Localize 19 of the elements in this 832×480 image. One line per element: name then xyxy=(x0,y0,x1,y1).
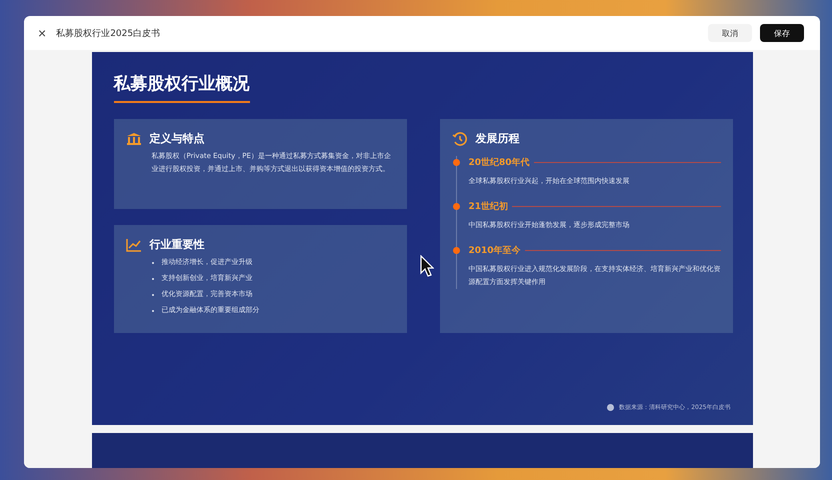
cancel-button[interactable]: 取消 xyxy=(708,24,752,42)
card-title: 发展历程 xyxy=(476,131,520,146)
bank-icon xyxy=(126,132,142,146)
timeline-period: 2010年至今 xyxy=(468,244,521,257)
close-button[interactable]: × xyxy=(36,25,48,41)
timeline-dot xyxy=(452,159,460,166)
slide-title: 私募股权行业概况 xyxy=(114,72,250,103)
info-icon xyxy=(607,404,614,411)
line-chart-icon xyxy=(126,238,142,252)
pointer-icon xyxy=(420,255,434,277)
timeline-dot xyxy=(452,203,460,210)
save-button[interactable]: 保存 xyxy=(760,24,804,42)
card-title: 行业重要性 xyxy=(150,237,204,252)
window-title: 私募股权行业2025白皮书 xyxy=(56,28,162,40)
timeline-period: 20世纪80年代 xyxy=(468,156,530,169)
timeline-dot xyxy=(452,247,460,254)
timeline-period: 21世纪初 xyxy=(468,200,508,213)
history-icon xyxy=(452,132,468,146)
card-title: 定义与特点 xyxy=(150,131,204,146)
